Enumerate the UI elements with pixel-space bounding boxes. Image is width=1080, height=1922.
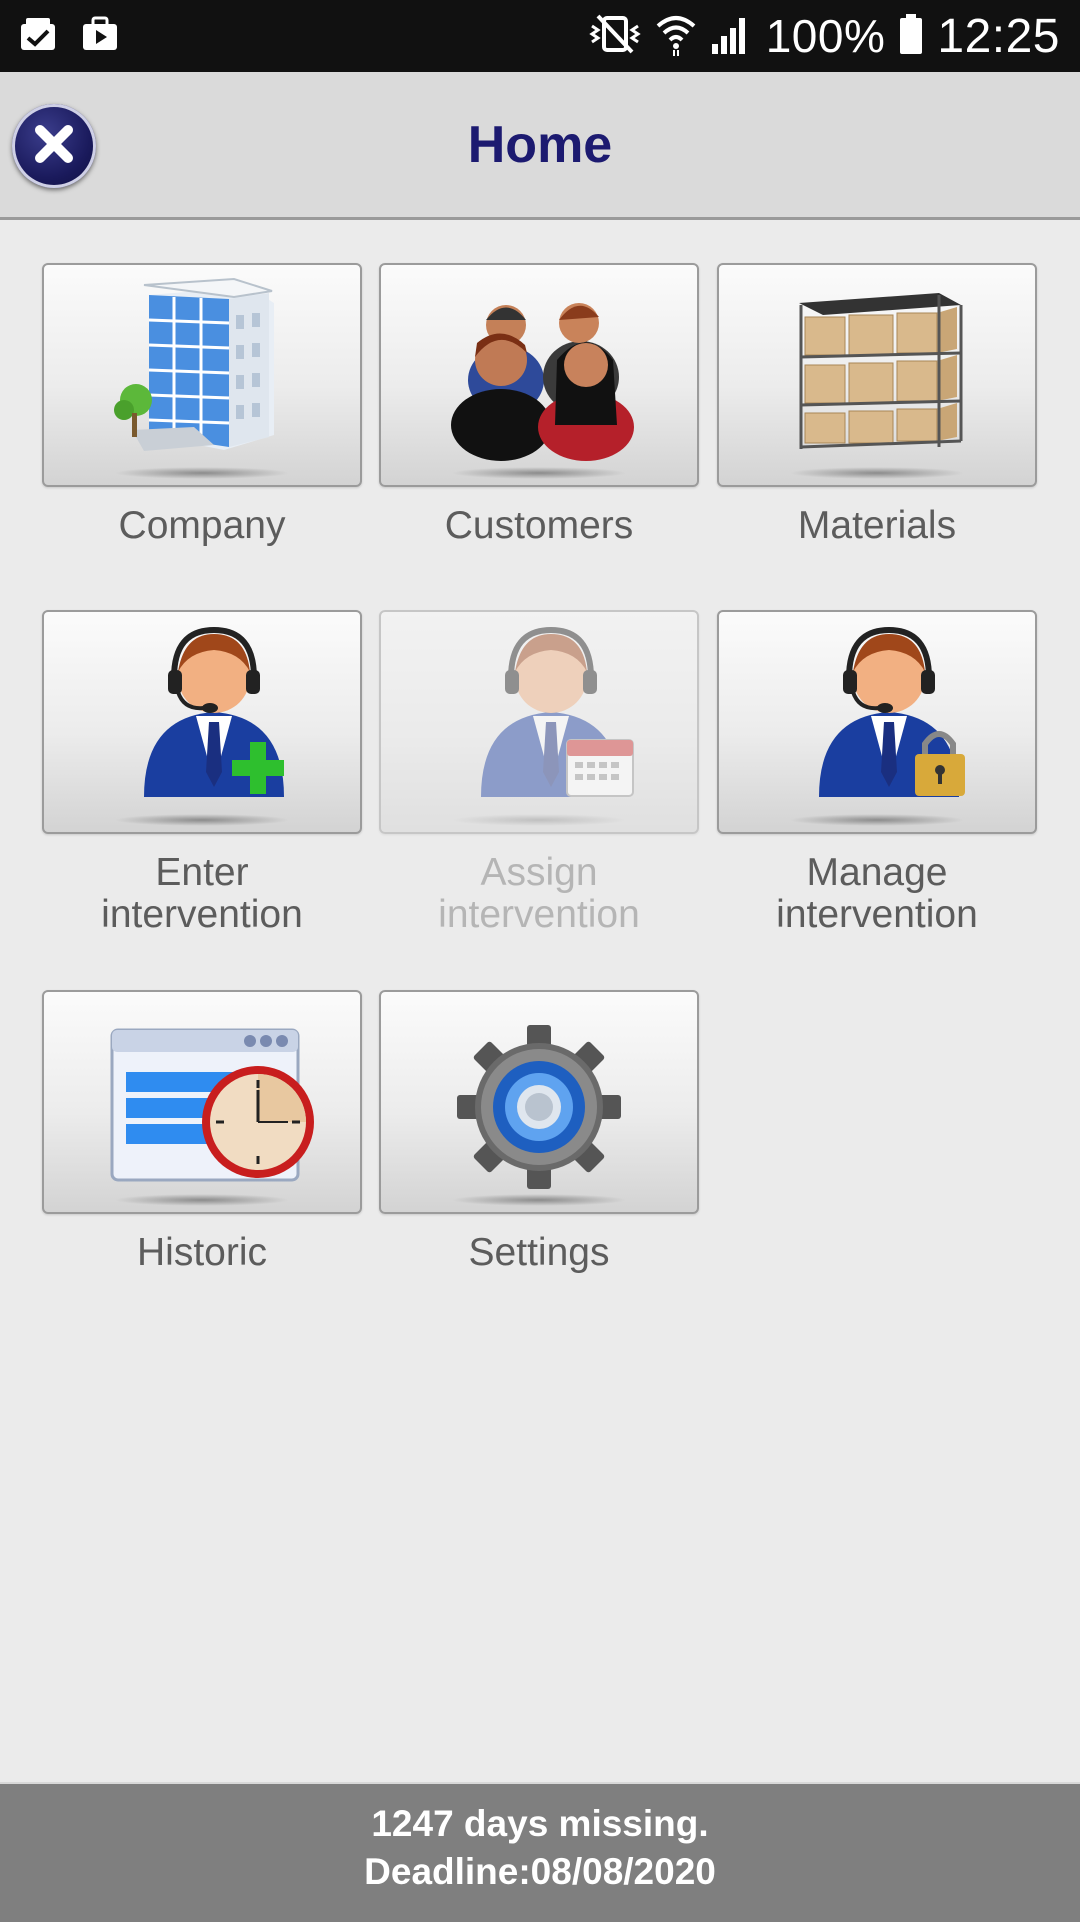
tile-manage-intervention[interactable]: Manage intervention	[717, 610, 1037, 936]
close-button[interactable]	[12, 104, 96, 188]
tile-enter-intervention[interactable]: Enter intervention	[42, 610, 362, 936]
manage-intervention-button[interactable]	[717, 610, 1037, 834]
company-button[interactable]	[42, 263, 362, 487]
tile-materials[interactable]: Materials	[717, 263, 1037, 547]
battery-icon	[899, 12, 923, 61]
enter-intervention-button[interactable]	[42, 610, 362, 834]
app-header: Home	[0, 72, 1080, 220]
materials-button[interactable]	[717, 263, 1037, 487]
tile-settings[interactable]: Settings	[379, 990, 699, 1274]
historic-button[interactable]	[42, 990, 362, 1214]
tile-label-manage-intervention: Manage intervention	[776, 851, 978, 936]
page-title: Home	[467, 115, 613, 174]
signal-icon	[710, 12, 752, 61]
tile-label-assign-intervention: Assign intervention	[438, 851, 640, 936]
tile-historic[interactable]: Historic	[42, 990, 362, 1274]
tile-company[interactable]: Company	[42, 263, 362, 547]
assign-intervention-button	[379, 610, 699, 834]
video-bag-icon	[80, 14, 120, 59]
tile-label-historic: Historic	[136, 1231, 267, 1274]
tile-label-company: Company	[118, 504, 286, 547]
tile-customers[interactable]: Customers	[379, 263, 699, 547]
customers-button[interactable]	[379, 263, 699, 487]
tile-label-materials: Materials	[797, 504, 957, 547]
tile-label-settings: Settings	[468, 1231, 610, 1274]
clipboard-check-icon	[18, 14, 58, 59]
vibrate-mute-icon	[588, 12, 642, 61]
clock-time: 12:25	[937, 9, 1060, 63]
tile-label-customers: Customers	[444, 504, 634, 547]
deadline-footer: 1247 days missing. Deadline:08/08/2020	[0, 1782, 1080, 1922]
settings-button[interactable]	[379, 990, 699, 1214]
tile-assign-intervention: Assign intervention	[379, 610, 699, 936]
wifi-icon	[656, 12, 696, 61]
status-bar: 100% 12:25	[0, 0, 1080, 72]
battery-percent: 100%	[765, 10, 886, 62]
deadline-text: Deadline:08/08/2020	[364, 1851, 716, 1892]
days-missing-text: 1247 days missing.	[371, 1803, 709, 1844]
close-icon	[32, 122, 76, 171]
tile-label-enter-intervention: Enter intervention	[101, 851, 303, 936]
